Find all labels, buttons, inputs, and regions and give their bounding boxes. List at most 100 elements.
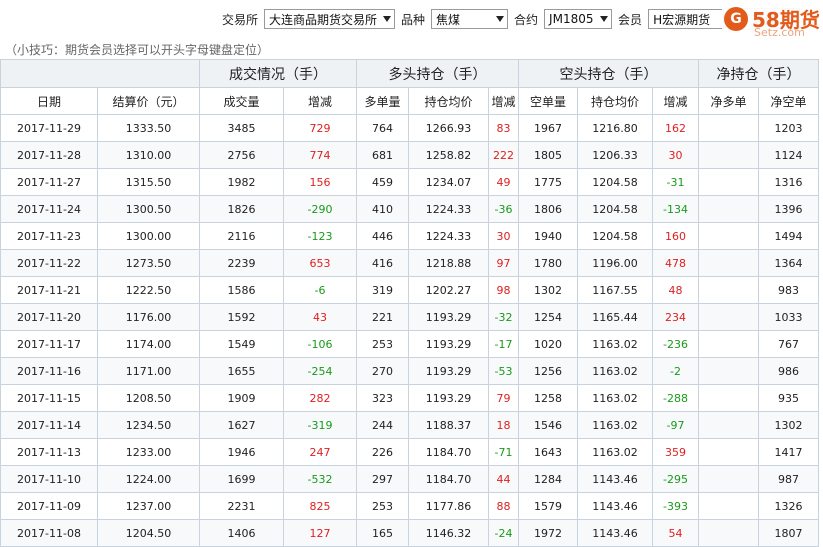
table-cell: 234: [652, 303, 699, 331]
table-cell: 1193.29: [408, 384, 489, 412]
table-cell: 446: [356, 222, 409, 250]
table-cell: 1826: [199, 195, 284, 223]
table-cell: 319: [356, 276, 409, 304]
table-cell: 2017-11-20: [0, 303, 98, 331]
table-cell: -97: [652, 411, 699, 439]
table-cell: 1258.82: [408, 141, 489, 169]
table-cell: -6: [283, 276, 357, 304]
table-cell: 2239: [199, 249, 284, 277]
table-row: 2017-11-28 1310.00 2756 774 681 1258.82 222 180…: [0, 141, 819, 169]
table-cell: 2231: [199, 492, 284, 520]
table-cell: 44: [488, 465, 519, 493]
table-cell: 2017-11-09: [0, 492, 98, 520]
table-cell: -236: [652, 330, 699, 358]
table-cell: 1302: [758, 411, 819, 439]
table-cell: 1206.33: [577, 141, 653, 169]
member-label: 会员: [618, 12, 643, 27]
col-header: 持仓均价: [577, 87, 653, 115]
table-cell: 1188.37: [408, 411, 489, 439]
table-cell: 2017-11-08: [0, 519, 98, 547]
table-cell: 935: [758, 384, 819, 412]
table-cell: [698, 141, 759, 169]
table-cell: [698, 357, 759, 385]
table-cell: 1174.00: [97, 330, 200, 358]
table-cell: 1193.29: [408, 303, 489, 331]
table-cell: [698, 438, 759, 466]
group-header-volume: 成交情况（手）: [199, 59, 357, 88]
table-cell: -295: [652, 465, 699, 493]
table-cell: [698, 384, 759, 412]
table-cell: 1326: [758, 492, 819, 520]
exchange-select[interactable]: 大连商品期货交易所: [264, 9, 396, 29]
table-cell: 1316: [758, 168, 819, 196]
table-cell: 1124: [758, 141, 819, 169]
tip-text: （小技巧：期货会员选择可以开头字母键盘定位）: [5, 43, 270, 57]
variety-select[interactable]: 焦煤: [431, 9, 509, 29]
table-cell: 1033: [758, 303, 819, 331]
table-cell: 1163.02: [577, 411, 653, 439]
site-logo[interactable]: G 58期货 Setz.com: [722, 4, 823, 39]
table-cell: 253: [356, 330, 409, 358]
col-header: 持仓均价: [408, 87, 489, 115]
table-cell: 1333.50: [97, 114, 200, 142]
table-cell: 2116: [199, 222, 284, 250]
table-cell: 767: [758, 330, 819, 358]
table-cell: -393: [652, 492, 699, 520]
table-cell: -288: [652, 384, 699, 412]
table-row: 2017-11-17 1174.00 1549 -106 253 1193.29 -17 10…: [0, 330, 819, 358]
table-cell: 156: [283, 168, 357, 196]
table-cell: 1775: [518, 168, 578, 196]
group-header-row: 成交情况（手） 多头持仓（手） 空头持仓（手） 净持仓（手）: [0, 59, 819, 88]
col-header: 净空单: [758, 87, 819, 115]
table-cell: 983: [758, 276, 819, 304]
table-cell: -71: [488, 438, 519, 466]
table-cell: 2017-11-23: [0, 222, 98, 250]
group-header-net: 净持仓（手）: [698, 59, 819, 88]
table-cell: 2017-11-29: [0, 114, 98, 142]
table-cell: [698, 195, 759, 223]
member-select-value: H宏源期货: [653, 12, 711, 27]
table-cell: -106: [283, 330, 357, 358]
table-cell: 764: [356, 114, 409, 142]
table-cell: 1549: [199, 330, 284, 358]
table-cell: 359: [652, 438, 699, 466]
contract-select[interactable]: JM1805: [544, 9, 613, 29]
table-cell: 2017-11-21: [0, 276, 98, 304]
table-cell: [698, 330, 759, 358]
table-cell: 1204.50: [97, 519, 200, 547]
table-cell: 54: [652, 519, 699, 547]
table-cell: 1972: [518, 519, 578, 547]
table-cell: 1143.46: [577, 519, 653, 547]
table-cell: 1494: [758, 222, 819, 250]
member-select[interactable]: H宏源期货: [648, 9, 725, 29]
table-cell: 1273.50: [97, 249, 200, 277]
table-cell: 323: [356, 384, 409, 412]
table-cell: [698, 411, 759, 439]
table-cell: 1258: [518, 384, 578, 412]
table-row: 2017-11-24 1300.50 1826 -290 410 1224.33 -36 18…: [0, 195, 819, 223]
table-cell: 30: [652, 141, 699, 169]
table-cell: 1203: [758, 114, 819, 142]
table-row: 2017-11-13 1233.00 1946 247 226 1184.70 -71 164…: [0, 438, 819, 466]
table-cell: 222: [488, 141, 519, 169]
table-cell: 1224.33: [408, 195, 489, 223]
table-cell: 1204.58: [577, 195, 653, 223]
table-cell: 1364: [758, 249, 819, 277]
table-cell: 1222.50: [97, 276, 200, 304]
table-cell: 247: [283, 438, 357, 466]
table-row: 2017-11-21 1222.50 1586 -6 319 1202.27 98 1302 1…: [0, 276, 819, 304]
table-cell: 459: [356, 168, 409, 196]
variety-label: 品种: [401, 12, 426, 27]
table-cell: 30: [488, 222, 519, 250]
table-row: 2017-11-14 1234.50 1627 -319 244 1188.37 18 154…: [0, 411, 819, 439]
table-cell: 1627: [199, 411, 284, 439]
table-cell: 127: [283, 519, 357, 547]
table-cell: 1163.02: [577, 357, 653, 385]
table-cell: 226: [356, 438, 409, 466]
table-cell: 49: [488, 168, 519, 196]
table-cell: 1224.00: [97, 465, 200, 493]
table-cell: 1256: [518, 357, 578, 385]
table-cell: 1202.27: [408, 276, 489, 304]
table-cell: -134: [652, 195, 699, 223]
table-cell: 1284: [518, 465, 578, 493]
